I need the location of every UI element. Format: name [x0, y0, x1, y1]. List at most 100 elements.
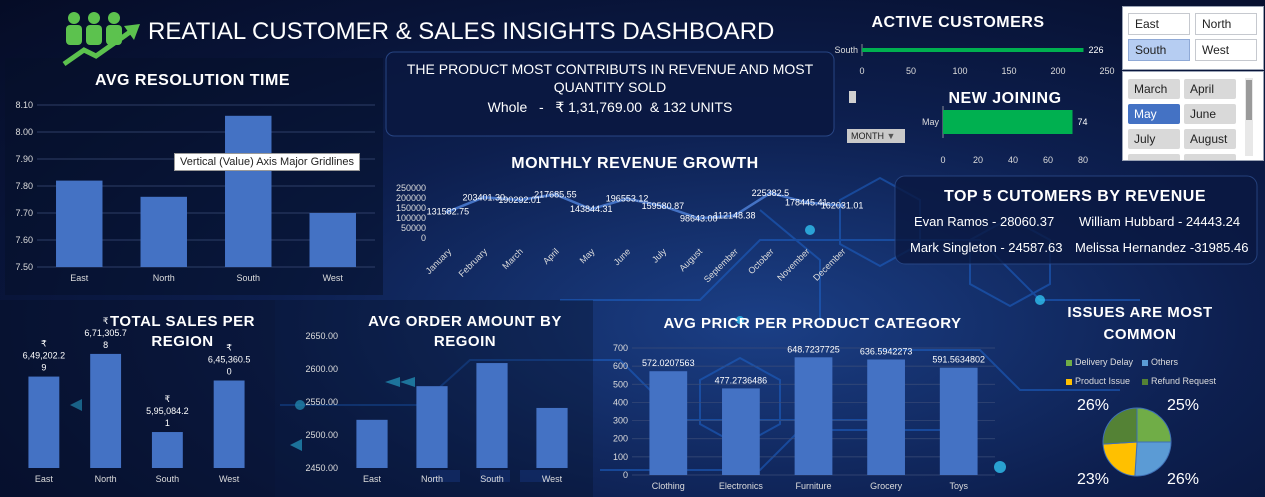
y-tick-label: 0 [623, 470, 628, 480]
data-label: 143844.31 [570, 204, 613, 214]
x-tick-label: Clothing [652, 481, 685, 491]
y-tick-label: 7.90 [15, 154, 33, 164]
bar[interactable] [649, 371, 688, 475]
data-label: 8 [103, 340, 108, 350]
y-tick-label: 8.10 [15, 100, 33, 110]
y-tick-label: 100 [613, 452, 628, 462]
data-label: 159580.87 [642, 201, 685, 211]
data-label: 162031.01 [821, 201, 864, 211]
x-tick-label: 0 [859, 66, 864, 76]
slicer-item-june[interactable]: June [1184, 104, 1236, 124]
avg-resolution-chart[interactable]: 8.10 8.00 7.90 7.80 7.70 7.60 7.50 East North Sou… [5, 95, 383, 295]
new-joining-chart[interactable]: May 74 0 20 40 60 80 [905, 106, 1105, 168]
dashboard-title: REATIAL CUSTOMER & SALES INSIGHTS DASHBO… [148, 18, 775, 45]
slicer-item-east[interactable]: East [1128, 13, 1190, 35]
pie-slice[interactable] [1136, 407, 1172, 443]
bar[interactable] [943, 110, 1073, 134]
monthly-revenue-chart[interactable]: 250000200000150000100000500000 131582.75 J… [390, 178, 895, 296]
month-slicer: March April May June July August [1122, 71, 1264, 161]
customer-entry: Evan Ramos - 28060.37 [914, 214, 1055, 229]
bar[interactable] [356, 419, 388, 468]
bar[interactable] [862, 48, 1084, 52]
slicer-item-august[interactable]: August [1184, 129, 1236, 149]
slicer-item-may[interactable]: May [1128, 104, 1180, 124]
data-label: 74 [1078, 117, 1088, 127]
x-tick-label: February [457, 246, 490, 279]
bar[interactable] [939, 367, 978, 475]
x-tick-label: 150 [1001, 66, 1016, 76]
slicer-item-west[interactable]: West [1195, 39, 1257, 61]
bar[interactable] [416, 386, 448, 468]
slicer-item-partial[interactable] [1184, 154, 1236, 160]
x-tick-label: Toys [949, 481, 968, 491]
slicer-item-march[interactable]: March [1128, 79, 1180, 99]
x-tick-label: South [156, 474, 180, 484]
y-tick-label: 600 [613, 361, 628, 371]
bar[interactable] [28, 376, 60, 468]
slicer-item-july[interactable]: July [1128, 129, 1180, 149]
legend-refund-request: Refund Request [1142, 376, 1216, 386]
bar[interactable] [476, 363, 508, 468]
slicer-scrollbar[interactable] [1245, 78, 1253, 156]
customer-entry: William Hubbard - 24443.24 [1079, 214, 1241, 229]
data-label: 636.5942273 [860, 347, 913, 357]
bar[interactable] [90, 353, 122, 468]
y-tick-label: 400 [613, 397, 628, 407]
bar[interactable] [151, 432, 183, 468]
y-tick-label: 7.50 [15, 262, 33, 272]
x-tick-label: January [424, 246, 454, 276]
x-tick-label: March [500, 246, 525, 271]
slicer-item-april[interactable]: April [1184, 79, 1236, 99]
bar[interactable] [722, 388, 760, 475]
customer-entry: Melissa Hernandez -31985.46 [1075, 240, 1249, 255]
bar[interactable] [794, 357, 833, 475]
bar[interactable] [140, 196, 187, 267]
y-tick-label: 500 [613, 379, 628, 389]
bar[interactable] [56, 180, 103, 267]
y-tick-label: 2650.00 [305, 331, 338, 341]
legend-delivery-delay: Delivery Delay [1066, 357, 1133, 367]
data-label: 26% [1077, 397, 1109, 414]
legend-swatch [1066, 359, 1072, 366]
data-label: 23% [1077, 471, 1109, 488]
data-label: ₹ [226, 343, 232, 353]
y-tick-label: 700 [613, 343, 628, 353]
y-tick-label: 200000 [396, 193, 426, 203]
legend-product-issue: Product Issue [1066, 376, 1130, 386]
bar[interactable] [867, 359, 905, 475]
month-filter-button[interactable]: MONTH ▼ [847, 129, 905, 143]
top-customers-title: TOP 5 CUTOMERS BY REVENUE [943, 188, 1207, 205]
y-tick-label: 7.80 [15, 181, 33, 191]
x-tick-label: North [421, 474, 443, 484]
avg-price-chart[interactable]: 700 600 500 400 300 200 100 0 Clothing 572.020756… [600, 340, 1010, 495]
x-tick-label: September [702, 246, 740, 284]
slicer-scroll-thumb[interactable] [1246, 80, 1252, 120]
x-tick-label: West [542, 474, 563, 484]
avg-resolution-title: AVG RESOLUTION TIME [95, 72, 290, 89]
avg-order-chart[interactable]: 2650.00 2600.00 2550.00 2500.00 2450.00 East N… [282, 330, 588, 492]
monthly-revenue-title: MONTHLY REVENUE GROWTH [511, 155, 759, 172]
slicer-item-partial[interactable] [1128, 154, 1180, 160]
total-sales-chart[interactable]: East ₹6,49,202.2 9 North ₹6,71,305.7 8 South ₹5… [5, 316, 270, 493]
filter-funnel-icon: ▼ [886, 131, 896, 141]
y-tick-label: 8.00 [15, 127, 33, 137]
scroll-handle[interactable] [849, 91, 856, 103]
data-label: 648.7237725 [787, 344, 840, 354]
bar[interactable] [536, 407, 568, 468]
data-label: 225382.5 [752, 188, 790, 198]
pie-slice[interactable] [1134, 441, 1172, 477]
slicer-item-south[interactable]: South [1128, 39, 1190, 61]
slicer-item-north[interactable]: North [1195, 13, 1257, 35]
active-customers-chart[interactable]: South 226 0 50 100 150 200 250 [825, 38, 1120, 80]
y-tick-label: 50000 [401, 223, 426, 233]
y-tick-label: South [834, 45, 858, 55]
x-tick-label: Furniture [795, 481, 831, 491]
x-tick-label: October [746, 246, 776, 276]
bar[interactable] [225, 115, 272, 267]
data-label: 25% [1167, 397, 1199, 414]
issues-pie-chart[interactable]: 25% 26% 23% 26% [1065, 392, 1215, 492]
bar[interactable] [213, 380, 245, 468]
bar[interactable] [309, 213, 356, 267]
legend-swatch [1142, 378, 1148, 385]
data-label: 6,49,202.2 [23, 351, 66, 361]
